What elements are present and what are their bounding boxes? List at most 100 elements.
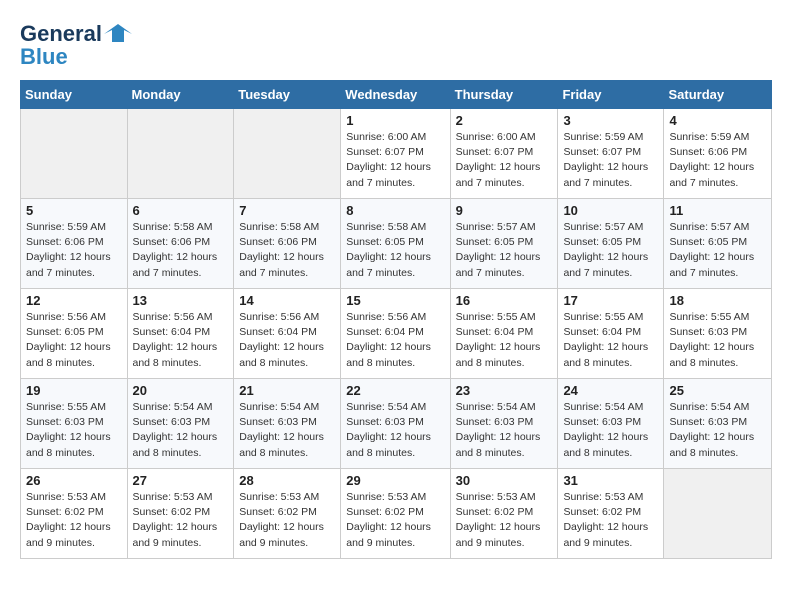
weekday-monday: Monday [127,81,234,109]
logo: General Blue [20,20,132,70]
calendar-cell: 16Sunrise: 5:55 AM Sunset: 6:04 PM Dayli… [450,289,558,379]
day-number: 21 [239,383,335,398]
calendar-cell: 31 Sunrise: 5:53 AM Sunset: 6:02 PM Dayli… [558,469,664,559]
calendar-cell: 23 Sunrise: 5:54 AM Sunset: 6:03 PM Dayli… [450,379,558,469]
day-number: 11 [669,203,766,218]
calendar-cell: 11 Sunrise: 5:57 AM Sunset: 6:05 PM Dayli… [664,199,772,289]
day-info: Sunrise: 5:54 AM Sunset: 6:03 PM Dayligh… [563,400,658,461]
day-info: Sunrise: 6:00 AM Sunset: 6:07 PM Dayligh… [456,130,553,191]
calendar-cell: 13 Sunrise: 5:56 AM Sunset: 6:04 PM Dayli… [127,289,234,379]
calendar-table: SundayMondayTuesdayWednesdayThursdayFrid… [20,80,772,559]
calendar-week-4: 19 Sunrise: 5:55 AM Sunset: 6:03 PM Dayli… [21,379,772,469]
calendar-cell: 19 Sunrise: 5:55 AM Sunset: 6:03 PM Dayli… [21,379,128,469]
calendar-cell: 21 Sunrise: 5:54 AM Sunset: 6:03 PM Dayli… [234,379,341,469]
day-info: Sunrise: 5:53 AM Sunset: 6:02 PM Dayligh… [133,490,229,551]
calendar-cell: 24 Sunrise: 5:54 AM Sunset: 6:03 PM Dayli… [558,379,664,469]
day-info: Sunrise: 5:59 AM Sunset: 6:06 PM Dayligh… [669,130,766,191]
day-info: Sunrise: 5:54 AM Sunset: 6:03 PM Dayligh… [239,400,335,461]
day-number: 2 [456,113,553,128]
calendar-cell: 5 Sunrise: 5:59 AM Sunset: 6:06 PM Daylig… [21,199,128,289]
calendar-cell: 9 Sunrise: 5:57 AM Sunset: 6:05 PM Daylig… [450,199,558,289]
logo-blue: Blue [20,44,68,70]
day-number: 17 [563,293,658,308]
calendar-cell: 15Sunrise: 5:56 AM Sunset: 6:04 PM Dayli… [341,289,450,379]
day-number: 24 [563,383,658,398]
day-number: 6 [133,203,229,218]
day-info: Sunrise: 5:59 AM Sunset: 6:07 PM Dayligh… [563,130,658,191]
weekday-saturday: Saturday [664,81,772,109]
calendar-cell: 20Sunrise: 5:54 AM Sunset: 6:03 PM Dayli… [127,379,234,469]
calendar-cell: 10Sunrise: 5:57 AM Sunset: 6:05 PM Dayli… [558,199,664,289]
day-info: Sunrise: 5:58 AM Sunset: 6:06 PM Dayligh… [133,220,229,281]
day-info: Sunrise: 5:57 AM Sunset: 6:05 PM Dayligh… [669,220,766,281]
day-number: 28 [239,473,335,488]
day-number: 13 [133,293,229,308]
weekday-wednesday: Wednesday [341,81,450,109]
day-number: 29 [346,473,444,488]
calendar-cell: 14 Sunrise: 5:56 AM Sunset: 6:04 PM Dayli… [234,289,341,379]
day-number: 7 [239,203,335,218]
day-number: 9 [456,203,553,218]
calendar-cell [664,469,772,559]
day-info: Sunrise: 5:55 AM Sunset: 6:03 PM Dayligh… [669,310,766,371]
day-number: 5 [26,203,122,218]
weekday-friday: Friday [558,81,664,109]
logo-bird-icon [104,20,132,48]
day-info: Sunrise: 5:58 AM Sunset: 6:06 PM Dayligh… [239,220,335,281]
day-number: 4 [669,113,766,128]
calendar-cell [127,109,234,199]
calendar-cell [234,109,341,199]
day-info: Sunrise: 5:53 AM Sunset: 6:02 PM Dayligh… [563,490,658,551]
weekday-tuesday: Tuesday [234,81,341,109]
day-info: Sunrise: 5:59 AM Sunset: 6:06 PM Dayligh… [26,220,122,281]
day-info: Sunrise: 5:53 AM Sunset: 6:02 PM Dayligh… [26,490,122,551]
day-info: Sunrise: 5:58 AM Sunset: 6:05 PM Dayligh… [346,220,444,281]
day-info: Sunrise: 5:57 AM Sunset: 6:05 PM Dayligh… [456,220,553,281]
weekday-header-row: SundayMondayTuesdayWednesdayThursdayFrid… [21,81,772,109]
calendar-week-2: 5 Sunrise: 5:59 AM Sunset: 6:06 PM Daylig… [21,199,772,289]
day-number: 31 [563,473,658,488]
day-info: Sunrise: 5:57 AM Sunset: 6:05 PM Dayligh… [563,220,658,281]
calendar-cell: 1Sunrise: 6:00 AM Sunset: 6:07 PM Daylig… [341,109,450,199]
calendar-cell: 6 Sunrise: 5:58 AM Sunset: 6:06 PM Daylig… [127,199,234,289]
day-number: 3 [563,113,658,128]
day-number: 19 [26,383,122,398]
day-info: Sunrise: 5:54 AM Sunset: 6:03 PM Dayligh… [133,400,229,461]
day-info: Sunrise: 5:53 AM Sunset: 6:02 PM Dayligh… [239,490,335,551]
day-info: Sunrise: 5:54 AM Sunset: 6:03 PM Dayligh… [346,400,444,461]
calendar-cell: 22 Sunrise: 5:54 AM Sunset: 6:03 PM Dayli… [341,379,450,469]
calendar-cell: 29 Sunrise: 5:53 AM Sunset: 6:02 PM Dayli… [341,469,450,559]
day-number: 15 [346,293,444,308]
weekday-thursday: Thursday [450,81,558,109]
day-info: Sunrise: 5:53 AM Sunset: 6:02 PM Dayligh… [456,490,553,551]
calendar-cell: 30Sunrise: 5:53 AM Sunset: 6:02 PM Dayli… [450,469,558,559]
calendar-week-1: 1Sunrise: 6:00 AM Sunset: 6:07 PM Daylig… [21,109,772,199]
calendar-week-5: 26 Sunrise: 5:53 AM Sunset: 6:02 PM Dayli… [21,469,772,559]
calendar-cell: 27 Sunrise: 5:53 AM Sunset: 6:02 PM Dayli… [127,469,234,559]
calendar-cell [21,109,128,199]
calendar-cell: 18Sunrise: 5:55 AM Sunset: 6:03 PM Dayli… [664,289,772,379]
day-number: 22 [346,383,444,398]
day-number: 25 [669,383,766,398]
day-info: Sunrise: 5:54 AM Sunset: 6:03 PM Dayligh… [669,400,766,461]
calendar-cell: 26 Sunrise: 5:53 AM Sunset: 6:02 PM Dayli… [21,469,128,559]
day-info: Sunrise: 6:00 AM Sunset: 6:07 PM Dayligh… [346,130,444,191]
day-number: 14 [239,293,335,308]
calendar-cell: 17 Sunrise: 5:55 AM Sunset: 6:04 PM Dayli… [558,289,664,379]
day-info: Sunrise: 5:56 AM Sunset: 6:04 PM Dayligh… [133,310,229,371]
day-number: 12 [26,293,122,308]
day-info: Sunrise: 5:56 AM Sunset: 6:04 PM Dayligh… [239,310,335,371]
calendar-cell: 2 Sunrise: 6:00 AM Sunset: 6:07 PM Daylig… [450,109,558,199]
day-info: Sunrise: 5:53 AM Sunset: 6:02 PM Dayligh… [346,490,444,551]
day-number: 23 [456,383,553,398]
calendar-cell: 3 Sunrise: 5:59 AM Sunset: 6:07 PM Daylig… [558,109,664,199]
day-info: Sunrise: 5:55 AM Sunset: 6:04 PM Dayligh… [563,310,658,371]
day-number: 8 [346,203,444,218]
day-number: 27 [133,473,229,488]
calendar-cell: 28 Sunrise: 5:53 AM Sunset: 6:02 PM Dayli… [234,469,341,559]
weekday-sunday: Sunday [21,81,128,109]
day-info: Sunrise: 5:54 AM Sunset: 6:03 PM Dayligh… [456,400,553,461]
day-number: 26 [26,473,122,488]
calendar-week-3: 12Sunrise: 5:56 AM Sunset: 6:05 PM Dayli… [21,289,772,379]
day-info: Sunrise: 5:55 AM Sunset: 6:03 PM Dayligh… [26,400,122,461]
